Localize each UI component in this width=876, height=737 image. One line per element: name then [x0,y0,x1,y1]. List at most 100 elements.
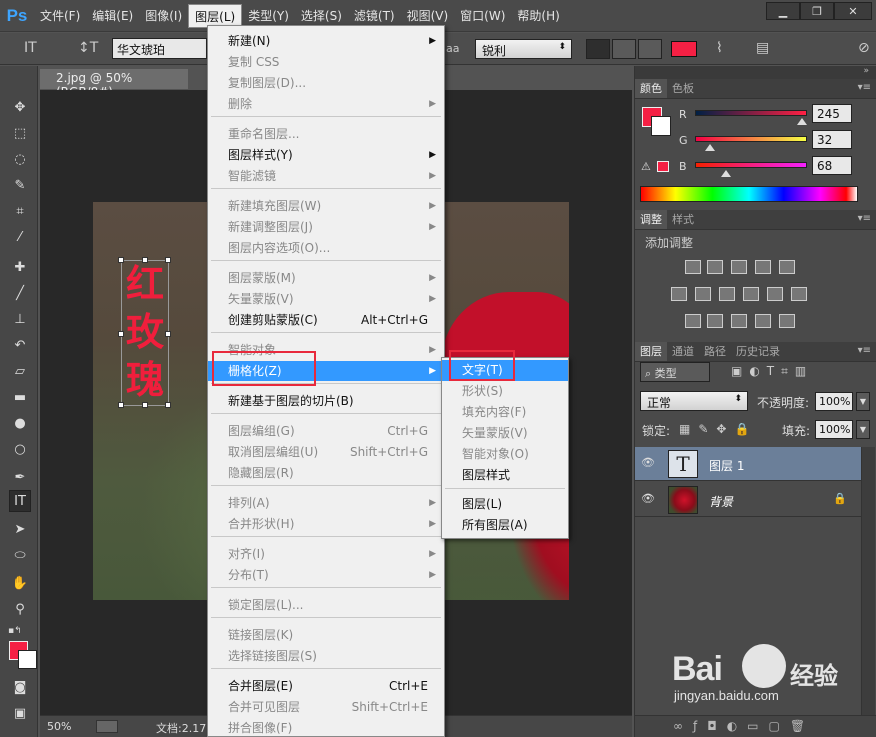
exposure-icon[interactable] [755,260,771,274]
tab-color[interactable]: 颜色 [635,79,667,98]
channel-slider[interactable] [695,110,807,125]
lookup-icon[interactable] [791,287,807,301]
layer-row[interactable]: 👁 T 图层 1 [635,447,861,481]
menu-8[interactable]: 窗口(W) [454,4,511,28]
quick-mask-icon[interactable]: ◙ [9,676,31,698]
tab-paths[interactable]: 路径 [699,342,731,361]
text-layer-bounds[interactable]: 红 玫 瑰 [118,257,171,408]
channel-value[interactable]: 68 [812,156,852,175]
menu-2[interactable]: 图像(I) [139,4,188,28]
type-tool-icon[interactable]: IT [9,490,31,512]
eye-icon[interactable]: 👁 [641,456,657,472]
stamp-tool-icon[interactable]: ⊥ [9,308,31,330]
menu-5[interactable]: 选择(S) [295,4,348,28]
layer-menu-item[interactable]: 复制 CSS [208,52,444,72]
transform-handle[interactable] [118,331,124,337]
collapse-icon[interactable]: » [863,66,869,76]
layer-menu-item[interactable]: 图层样式(Y) ▶ [208,145,444,165]
eyedropper-tool-icon[interactable]: ⁄ [9,226,31,248]
chevron-down-icon[interactable]: ▼ [856,420,870,439]
lock-icons[interactable]: ▦✎✥🔒 [679,422,757,436]
move-tool-icon[interactable]: ✥ [9,96,31,118]
background-color-swatch[interactable] [18,650,37,669]
layer-menu-item[interactable]: 新建(N) ▶ [208,31,444,51]
photo-filter-icon[interactable] [743,287,759,301]
zoom-level[interactable]: 50% [47,720,71,733]
layer-menu-item[interactable]: 对齐(I) ▶ [208,544,444,564]
align-left-button[interactable] [586,39,610,59]
slider-thumb[interactable] [720,170,731,177]
panel-menu-icon[interactable]: ▾≡ [858,213,871,224]
menu-7[interactable]: 视图(V) [401,4,455,28]
rasterize-menu-item[interactable]: 所有图层(A) [442,515,568,536]
menu-1[interactable]: 编辑(E) [86,4,139,28]
cancel-icon[interactable]: ⊘ [858,40,870,56]
layer-menu-item[interactable]: 创建剪贴蒙版(C) Alt+Ctrl+G [208,310,444,330]
toggle-orientation-icon[interactable]: ↕T [78,40,98,56]
vibrance-icon[interactable] [779,260,795,274]
panel-menu-icon[interactable]: ▾≡ [858,345,871,356]
gamut-warning-icon[interactable]: ⚠ [641,160,651,173]
transform-handle[interactable] [165,331,171,337]
layer-menu-item[interactable]: 图层内容选项(O)... [208,238,444,258]
marquee-tool-icon[interactable]: ⬚ [9,122,31,144]
background-color-swatch[interactable] [651,116,671,136]
layer-menu-item[interactable]: 排列(A) ▶ [208,493,444,513]
tab-channels[interactable]: 通道 [667,342,699,361]
panels-toggle-icon[interactable]: ▤ [756,40,769,56]
tab-adjustments[interactable]: 调整 [635,210,667,229]
rasterize-menu-item[interactable]: 形状(S) [442,381,568,402]
curves-icon[interactable] [731,260,747,274]
rasterize-menu-item[interactable]: 图层样式 [442,465,568,486]
channel-value[interactable]: 245 [812,104,852,123]
blur-tool-icon[interactable]: ● [9,412,31,434]
menu-4[interactable]: 类型(Y) [242,4,295,28]
restore-button[interactable]: ❐ [800,2,834,20]
transform-handle[interactable] [118,257,124,263]
layer-menu-item[interactable]: 新建基于图层的切片(B) [208,391,444,411]
layer-menu-item[interactable]: 新建填充图层(W) ▶ [208,196,444,216]
ellipse-tool-icon[interactable]: ⬭ [9,544,31,566]
hand-tool-icon[interactable]: ✋ [9,572,31,594]
tab-styles[interactable]: 样式 [667,210,699,229]
layer-menu-item[interactable]: 合并形状(H) ▶ [208,514,444,534]
layer-menu-item[interactable]: 矢量蒙版(V) ▶ [208,289,444,309]
eye-icon[interactable]: 👁 [641,492,657,508]
layer-menu-item[interactable]: 智能滤镜 ▶ [208,166,444,186]
transform-handle[interactable] [118,402,124,408]
gradient-map-icon[interactable] [779,314,795,328]
slider-thumb[interactable] [796,118,807,125]
text-color-swatch[interactable] [671,41,697,57]
rasterize-menu-item[interactable]: 智能对象(O) [442,444,568,465]
screen-mode-icon[interactable]: ▣ [9,702,31,724]
threshold-icon[interactable] [731,314,747,328]
path-select-tool-icon[interactable]: ➤ [9,518,31,540]
layer-menu-item[interactable]: 图层编组(G) Ctrl+G [208,421,444,441]
invert-icon[interactable] [685,314,701,328]
blend-mode-select[interactable]: 正常 ⬍ [640,391,748,411]
layer-menu-item[interactable]: 隐藏图层(R) [208,463,444,483]
layer-menu-item[interactable]: 图层蒙版(M) ▶ [208,268,444,288]
zoom-tool-icon[interactable]: ⚲ [9,598,31,620]
selective-color-icon[interactable] [755,314,771,328]
layer-filter-select[interactable]: ⌕ 类型 [640,362,710,382]
opacity-field[interactable]: 100% [815,392,853,411]
lasso-tool-icon[interactable]: ◌ [9,148,31,170]
tab-layers[interactable]: 图层 [635,342,667,361]
align-right-button[interactable] [638,39,662,59]
type-tool-icon[interactable]: IT [24,40,37,56]
menu-3[interactable]: 图层(L) [188,3,243,28]
transform-handle[interactable] [142,402,148,408]
font-family-field[interactable]: 华文琥珀 [112,38,207,59]
layer-menu-item[interactable]: 选择链接图层(S) [208,646,444,666]
layer-menu-item[interactable]: 取消图层编组(U) Shift+Ctrl+G [208,442,444,462]
rasterize-menu-item[interactable]: 矢量蒙版(V) [442,423,568,444]
warp-text-icon[interactable]: ⌇ [716,40,723,56]
channel-slider[interactable] [695,162,807,177]
balance-icon[interactable] [695,287,711,301]
minimize-button[interactable]: ▁ [766,2,800,20]
default-colors-icon[interactable]: ▪↰ [8,626,22,636]
fill-field[interactable]: 100% [815,420,853,439]
layer-menu-item[interactable]: 链接图层(K) [208,625,444,645]
transform-handle[interactable] [165,257,171,263]
